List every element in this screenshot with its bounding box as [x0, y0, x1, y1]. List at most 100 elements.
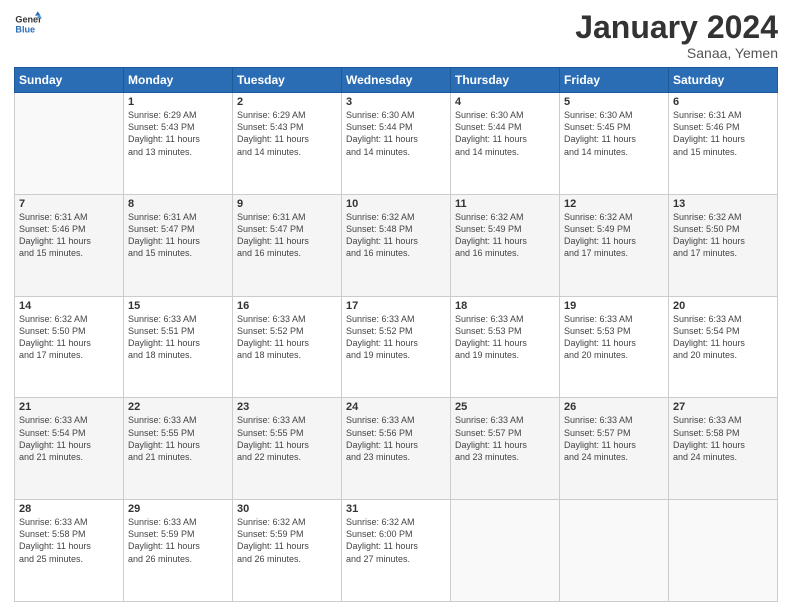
- day-number: 23: [237, 401, 337, 413]
- calendar-day-cell: 6Sunrise: 6:31 AM Sunset: 5:46 PM Daylig…: [669, 93, 778, 195]
- day-number: 31: [346, 503, 446, 515]
- day-number: 6: [673, 96, 773, 108]
- day-number: 18: [455, 300, 555, 312]
- day-number: 7: [19, 198, 119, 210]
- title-block: January 2024 Sanaa, Yemen: [575, 10, 778, 61]
- logo: General Blue: [14, 10, 42, 38]
- calendar-table: SundayMondayTuesdayWednesdayThursdayFrid…: [14, 67, 778, 602]
- calendar-day-cell: 28Sunrise: 6:33 AM Sunset: 5:58 PM Dayli…: [15, 500, 124, 602]
- calendar-day-cell: 22Sunrise: 6:33 AM Sunset: 5:55 PM Dayli…: [124, 398, 233, 500]
- day-info: Sunrise: 6:33 AM Sunset: 5:57 PM Dayligh…: [564, 414, 664, 463]
- day-number: 5: [564, 96, 664, 108]
- calendar-day-cell: 10Sunrise: 6:32 AM Sunset: 5:48 PM Dayli…: [342, 194, 451, 296]
- calendar-day-cell: 27Sunrise: 6:33 AM Sunset: 5:58 PM Dayli…: [669, 398, 778, 500]
- day-number: 13: [673, 198, 773, 210]
- day-info: Sunrise: 6:29 AM Sunset: 5:43 PM Dayligh…: [128, 109, 228, 158]
- calendar-week-row: 7Sunrise: 6:31 AM Sunset: 5:46 PM Daylig…: [15, 194, 778, 296]
- calendar-day-cell: 5Sunrise: 6:30 AM Sunset: 5:45 PM Daylig…: [560, 93, 669, 195]
- calendar-header-cell: Sunday: [15, 68, 124, 93]
- day-info: Sunrise: 6:31 AM Sunset: 5:46 PM Dayligh…: [19, 211, 119, 260]
- day-info: Sunrise: 6:33 AM Sunset: 5:53 PM Dayligh…: [455, 313, 555, 362]
- calendar-day-cell: [15, 93, 124, 195]
- calendar-day-cell: 4Sunrise: 6:30 AM Sunset: 5:44 PM Daylig…: [451, 93, 560, 195]
- day-info: Sunrise: 6:33 AM Sunset: 5:55 PM Dayligh…: [237, 414, 337, 463]
- day-number: 11: [455, 198, 555, 210]
- day-info: Sunrise: 6:30 AM Sunset: 5:44 PM Dayligh…: [346, 109, 446, 158]
- calendar-day-cell: 11Sunrise: 6:32 AM Sunset: 5:49 PM Dayli…: [451, 194, 560, 296]
- day-number: 1: [128, 96, 228, 108]
- calendar-day-cell: 15Sunrise: 6:33 AM Sunset: 5:51 PM Dayli…: [124, 296, 233, 398]
- calendar-day-cell: 29Sunrise: 6:33 AM Sunset: 5:59 PM Dayli…: [124, 500, 233, 602]
- logo-icon: General Blue: [14, 10, 42, 38]
- calendar-header-cell: Wednesday: [342, 68, 451, 93]
- calendar-day-cell: 21Sunrise: 6:33 AM Sunset: 5:54 PM Dayli…: [15, 398, 124, 500]
- calendar-day-cell: 8Sunrise: 6:31 AM Sunset: 5:47 PM Daylig…: [124, 194, 233, 296]
- day-info: Sunrise: 6:29 AM Sunset: 5:43 PM Dayligh…: [237, 109, 337, 158]
- calendar-week-row: 1Sunrise: 6:29 AM Sunset: 5:43 PM Daylig…: [15, 93, 778, 195]
- day-number: 14: [19, 300, 119, 312]
- calendar-day-cell: 19Sunrise: 6:33 AM Sunset: 5:53 PM Dayli…: [560, 296, 669, 398]
- svg-text:Blue: Blue: [15, 24, 35, 34]
- day-info: Sunrise: 6:33 AM Sunset: 5:56 PM Dayligh…: [346, 414, 446, 463]
- calendar-day-cell: [669, 500, 778, 602]
- day-number: 20: [673, 300, 773, 312]
- calendar-day-cell: 13Sunrise: 6:32 AM Sunset: 5:50 PM Dayli…: [669, 194, 778, 296]
- day-number: 21: [19, 401, 119, 413]
- calendar-header-cell: Thursday: [451, 68, 560, 93]
- day-info: Sunrise: 6:30 AM Sunset: 5:44 PM Dayligh…: [455, 109, 555, 158]
- day-info: Sunrise: 6:33 AM Sunset: 5:57 PM Dayligh…: [455, 414, 555, 463]
- day-number: 15: [128, 300, 228, 312]
- day-info: Sunrise: 6:32 AM Sunset: 5:59 PM Dayligh…: [237, 516, 337, 565]
- day-number: 16: [237, 300, 337, 312]
- calendar-header-row: SundayMondayTuesdayWednesdayThursdayFrid…: [15, 68, 778, 93]
- day-info: Sunrise: 6:33 AM Sunset: 5:58 PM Dayligh…: [19, 516, 119, 565]
- main-title: January 2024: [575, 10, 778, 45]
- calendar-day-cell: 30Sunrise: 6:32 AM Sunset: 5:59 PM Dayli…: [233, 500, 342, 602]
- day-info: Sunrise: 6:33 AM Sunset: 5:51 PM Dayligh…: [128, 313, 228, 362]
- day-info: Sunrise: 6:33 AM Sunset: 5:54 PM Dayligh…: [673, 313, 773, 362]
- day-info: Sunrise: 6:33 AM Sunset: 5:52 PM Dayligh…: [346, 313, 446, 362]
- day-info: Sunrise: 6:31 AM Sunset: 5:46 PM Dayligh…: [673, 109, 773, 158]
- calendar-day-cell: 20Sunrise: 6:33 AM Sunset: 5:54 PM Dayli…: [669, 296, 778, 398]
- calendar-day-cell: 23Sunrise: 6:33 AM Sunset: 5:55 PM Dayli…: [233, 398, 342, 500]
- day-number: 30: [237, 503, 337, 515]
- day-number: 19: [564, 300, 664, 312]
- calendar-day-cell: 14Sunrise: 6:32 AM Sunset: 5:50 PM Dayli…: [15, 296, 124, 398]
- day-info: Sunrise: 6:31 AM Sunset: 5:47 PM Dayligh…: [237, 211, 337, 260]
- calendar-day-cell: 3Sunrise: 6:30 AM Sunset: 5:44 PM Daylig…: [342, 93, 451, 195]
- day-info: Sunrise: 6:32 AM Sunset: 5:48 PM Dayligh…: [346, 211, 446, 260]
- page-header: General Blue January 2024 Sanaa, Yemen: [14, 10, 778, 61]
- calendar-week-row: 14Sunrise: 6:32 AM Sunset: 5:50 PM Dayli…: [15, 296, 778, 398]
- day-number: 24: [346, 401, 446, 413]
- calendar-header-cell: Tuesday: [233, 68, 342, 93]
- calendar-header-cell: Saturday: [669, 68, 778, 93]
- day-number: 29: [128, 503, 228, 515]
- day-number: 4: [455, 96, 555, 108]
- day-info: Sunrise: 6:32 AM Sunset: 6:00 PM Dayligh…: [346, 516, 446, 565]
- calendar-day-cell: 16Sunrise: 6:33 AM Sunset: 5:52 PM Dayli…: [233, 296, 342, 398]
- calendar-day-cell: 7Sunrise: 6:31 AM Sunset: 5:46 PM Daylig…: [15, 194, 124, 296]
- day-info: Sunrise: 6:33 AM Sunset: 5:55 PM Dayligh…: [128, 414, 228, 463]
- calendar-week-row: 28Sunrise: 6:33 AM Sunset: 5:58 PM Dayli…: [15, 500, 778, 602]
- calendar-header-cell: Friday: [560, 68, 669, 93]
- day-number: 22: [128, 401, 228, 413]
- day-number: 27: [673, 401, 773, 413]
- calendar-day-cell: 26Sunrise: 6:33 AM Sunset: 5:57 PM Dayli…: [560, 398, 669, 500]
- day-info: Sunrise: 6:33 AM Sunset: 5:52 PM Dayligh…: [237, 313, 337, 362]
- calendar-day-cell: 25Sunrise: 6:33 AM Sunset: 5:57 PM Dayli…: [451, 398, 560, 500]
- day-info: Sunrise: 6:32 AM Sunset: 5:50 PM Dayligh…: [673, 211, 773, 260]
- calendar-day-cell: [451, 500, 560, 602]
- day-number: 12: [564, 198, 664, 210]
- day-number: 2: [237, 96, 337, 108]
- day-info: Sunrise: 6:33 AM Sunset: 5:53 PM Dayligh…: [564, 313, 664, 362]
- day-info: Sunrise: 6:31 AM Sunset: 5:47 PM Dayligh…: [128, 211, 228, 260]
- day-info: Sunrise: 6:30 AM Sunset: 5:45 PM Dayligh…: [564, 109, 664, 158]
- calendar-day-cell: 31Sunrise: 6:32 AM Sunset: 6:00 PM Dayli…: [342, 500, 451, 602]
- day-info: Sunrise: 6:32 AM Sunset: 5:49 PM Dayligh…: [455, 211, 555, 260]
- day-number: 17: [346, 300, 446, 312]
- calendar: SundayMondayTuesdayWednesdayThursdayFrid…: [14, 67, 778, 602]
- calendar-day-cell: 9Sunrise: 6:31 AM Sunset: 5:47 PM Daylig…: [233, 194, 342, 296]
- calendar-day-cell: 24Sunrise: 6:33 AM Sunset: 5:56 PM Dayli…: [342, 398, 451, 500]
- calendar-day-cell: 12Sunrise: 6:32 AM Sunset: 5:49 PM Dayli…: [560, 194, 669, 296]
- calendar-week-row: 21Sunrise: 6:33 AM Sunset: 5:54 PM Dayli…: [15, 398, 778, 500]
